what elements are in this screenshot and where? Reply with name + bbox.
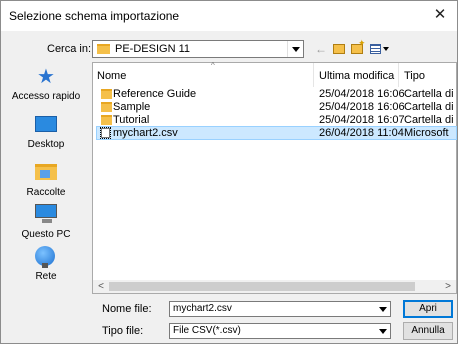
sort-chevron-icon: ^ [211, 61, 215, 70]
column-type[interactable]: Tipo [404, 70, 425, 82]
column-divider[interactable] [398, 63, 399, 87]
place-quick-access[interactable]: ★ Accesso rapido [7, 63, 85, 113]
view-menu-icon[interactable] [368, 40, 392, 58]
chevron-down-icon[interactable] [376, 302, 390, 316]
file-list[interactable]: ^ Nome Ultima modifica Tipo Reference Gu… [92, 61, 457, 294]
file-name: Tutorial [113, 114, 150, 126]
file-type: Cartella di [404, 101, 454, 113]
file-type: Microsoft [404, 127, 449, 139]
column-divider[interactable] [313, 63, 314, 87]
filename-value: mychart2.csv [173, 303, 232, 314]
chevron-down-icon[interactable] [376, 324, 390, 338]
place-label: Desktop [27, 139, 65, 150]
scroll-right-icon[interactable]: > [443, 280, 453, 293]
list-item-selected[interactable]: mychart2.csv 26/04/2018 11:04 Microsoft [96, 126, 457, 140]
new-folder-icon[interactable]: ✦ [350, 38, 366, 58]
place-desktop[interactable]: Desktop [7, 111, 85, 161]
column-name[interactable]: Nome [97, 70, 126, 82]
file-modified: 25/04/2018 16:07 [319, 114, 405, 126]
lookin-value: PE-DESIGN 11 [115, 43, 190, 55]
file-icon [100, 127, 111, 139]
list-item[interactable]: Reference Guide 25/04/2018 16:06 Cartell… [97, 88, 456, 100]
open-button[interactable]: Apri [403, 300, 453, 318]
folder-icon [101, 89, 112, 99]
place-label: Raccolte [26, 187, 66, 198]
scroll-left-icon[interactable]: < [96, 280, 106, 293]
column-header: ^ Nome Ultima modifica Tipo [93, 61, 456, 87]
filetype-select[interactable]: File CSV(*.csv) [169, 323, 391, 339]
network-icon [35, 246, 55, 268]
horizontal-scrollbar[interactable]: < > [93, 280, 456, 293]
chevron-down-icon[interactable] [287, 41, 303, 57]
places-bar: ★ Accesso rapido Desktop Raccolte Questo… [7, 63, 85, 283]
folder-icon [101, 102, 112, 112]
title-bar: Selezione schema importazione ✕ [1, 1, 457, 31]
place-label: Questo PC [21, 229, 71, 240]
file-modified: 25/04/2018 16:06 [319, 101, 405, 113]
libraries-icon [35, 164, 57, 180]
folder-icon [97, 44, 110, 54]
list-item[interactable]: Sample 25/04/2018 16:06 Cartella di [97, 101, 456, 113]
file-modified: 25/04/2018 16:06 [319, 88, 405, 100]
cancel-button[interactable]: Annulla [403, 322, 453, 340]
filename-combobox[interactable]: mychart2.csv [169, 301, 391, 317]
lookin-label: Cerca in: [47, 43, 92, 55]
place-label: Rete [35, 271, 57, 282]
file-name: mychart2.csv [113, 127, 178, 139]
file-type: Cartella di [404, 114, 454, 126]
close-icon[interactable]: ✕ [431, 6, 449, 24]
place-label: Accesso rapido [11, 91, 81, 102]
import-dialog: Selezione schema importazione ✕ Cerca in… [0, 0, 458, 344]
scroll-thumb[interactable] [109, 282, 415, 291]
window-title: Selezione schema importazione [9, 9, 180, 23]
folder-icon [101, 115, 112, 125]
filetype-label: Tipo file: [102, 325, 144, 337]
up-folder-icon[interactable] [332, 40, 346, 58]
desktop-icon [35, 116, 57, 132]
column-modified[interactable]: Ultima modifica [319, 70, 394, 82]
computer-icon [35, 204, 57, 223]
file-name: Reference Guide [113, 88, 197, 100]
filetype-value: File CSV(*.csv) [173, 325, 241, 336]
file-type: Cartella di [404, 88, 454, 100]
filename-label: Nome file: [102, 303, 152, 315]
list-item[interactable]: Tutorial 25/04/2018 16:07 Cartella di [97, 114, 456, 126]
lookin-combobox[interactable]: PE-DESIGN 11 [92, 40, 304, 58]
file-modified: 26/04/2018 11:04 [319, 127, 404, 139]
pin-icon: ★ [37, 66, 55, 88]
place-network[interactable]: Rete [7, 243, 85, 293]
file-name: Sample [113, 101, 151, 113]
back-arrow-icon[interactable]: ← [314, 40, 328, 58]
